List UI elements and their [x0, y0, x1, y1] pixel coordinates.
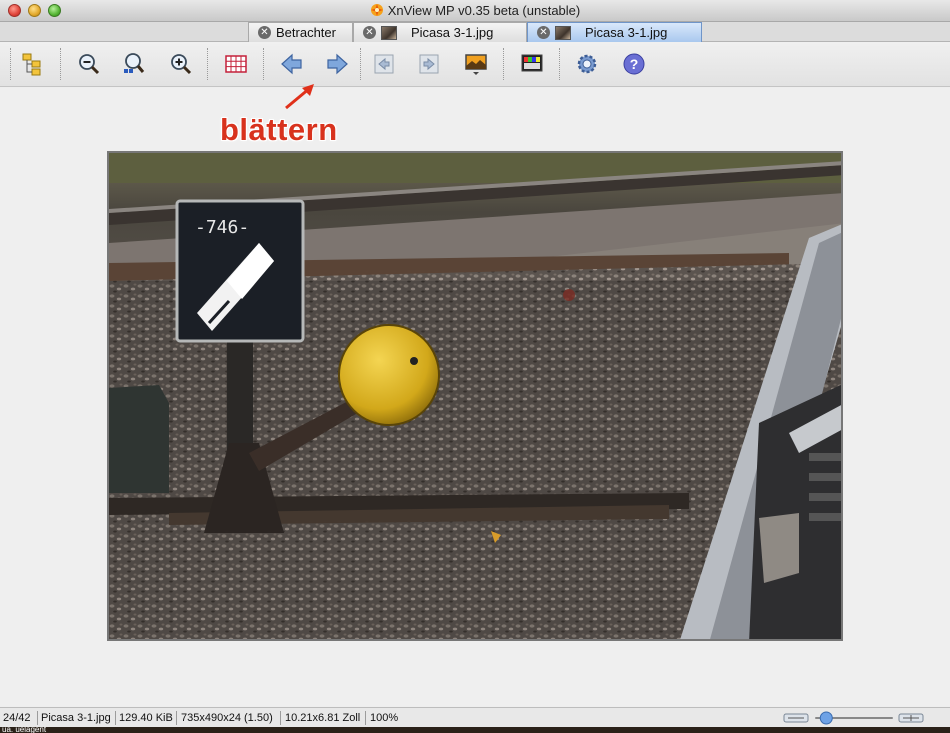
- image-thumbnail-icon: [555, 25, 571, 40]
- status-divider: [280, 711, 281, 725]
- slideshow-icon: [465, 54, 487, 75]
- tab-picasa-2[interactable]: ✕ Picasa 3-1.jpg: [527, 22, 702, 42]
- railway-photo: -746-: [109, 153, 841, 639]
- image-thumbnail-icon: [381, 25, 397, 40]
- help-button[interactable]: ?: [620, 50, 648, 78]
- close-icon[interactable]: ✕: [258, 26, 271, 39]
- grid-icon: [225, 55, 247, 73]
- toolbar-separator: [559, 48, 560, 80]
- previous-button[interactable]: [278, 50, 306, 78]
- grid-button[interactable]: [222, 50, 250, 78]
- desktop-strip: ua. uelagent: [0, 727, 950, 733]
- displayed-photo[interactable]: -746-: [107, 151, 843, 641]
- toolbar-separator: [503, 48, 504, 80]
- first-page-icon: [374, 54, 394, 74]
- zoom-out-icon: [79, 54, 100, 75]
- tab-label: Betrachter: [276, 25, 336, 40]
- zoom-in-small-icon[interactable]: [898, 713, 924, 723]
- title-bar[interactable]: XnView MP v0.35 beta (unstable): [0, 0, 950, 22]
- status-divider: [115, 711, 116, 725]
- status-filesize: 129.40 KiB: [119, 712, 173, 724]
- tab-bar: ✕ Betrachter ✕ Picasa 3-1.jpg ✕ Picasa 3…: [0, 22, 950, 42]
- close-icon[interactable]: ✕: [363, 26, 376, 39]
- status-divider: [37, 711, 38, 725]
- slideshow-button[interactable]: [462, 50, 490, 78]
- tab-picasa-1[interactable]: ✕ Picasa 3-1.jpg: [353, 22, 527, 42]
- zoom-out-small-icon[interactable]: [783, 713, 809, 723]
- zoom-slider-knob[interactable]: [819, 711, 833, 725]
- status-position: 24/42: [3, 712, 31, 724]
- toolbar-separator: [207, 48, 208, 80]
- status-print-size: 10.21x6.81 Zoll: [285, 712, 361, 724]
- sign-number: -746-: [195, 217, 249, 238]
- status-dimensions: 735x490x24 (1.50): [181, 712, 273, 724]
- tab-label: Picasa 3-1.jpg: [585, 25, 668, 40]
- toolbar-separator: [263, 48, 264, 80]
- toolbar: ?: [0, 42, 950, 87]
- zoom-in-icon: [171, 54, 192, 75]
- tab-label: Picasa 3-1.jpg: [411, 25, 494, 40]
- last-button[interactable]: [415, 50, 443, 78]
- status-bar: 24/42 Picasa 3-1.jpg 129.40 KiB 735x490x…: [0, 707, 950, 727]
- zoom-out-button[interactable]: [75, 50, 103, 78]
- svg-text:?: ?: [630, 56, 639, 72]
- xnview-logo-icon: [370, 4, 383, 16]
- toolbar-grip[interactable]: [10, 48, 11, 80]
- window-title-wrap: XnView MP v0.35 beta (unstable): [0, 3, 950, 18]
- annotation-arrow-icon: [285, 84, 314, 110]
- settings-button[interactable]: [573, 50, 601, 78]
- xnview-window: XnView MP v0.35 beta (unstable) ✕ Betrac…: [0, 0, 950, 733]
- zoom-fit-icon: [124, 53, 145, 73]
- toolbar-separator: [60, 48, 61, 80]
- color-adjust-button[interactable]: [518, 50, 546, 78]
- annotation-label: blättern: [220, 112, 338, 147]
- zoom-in-button[interactable]: [167, 50, 195, 78]
- close-icon[interactable]: ✕: [537, 26, 550, 39]
- zoom-fit-button[interactable]: [120, 50, 148, 78]
- folder-tree-icon: [22, 53, 41, 76]
- help-icon: ?: [623, 53, 645, 75]
- toolbar-separator: [360, 48, 361, 80]
- zoom-slider[interactable]: [783, 711, 925, 725]
- status-filename: Picasa 3-1.jpg: [41, 712, 111, 724]
- window-title: XnView MP v0.35 beta (unstable): [387, 3, 581, 18]
- last-page-icon: [419, 54, 439, 74]
- color-palette-icon: [521, 54, 543, 72]
- status-zoom: 100%: [370, 712, 399, 724]
- browser-tree-button[interactable]: [18, 50, 46, 78]
- arrow-right-icon: [327, 53, 348, 75]
- next-button[interactable]: [323, 50, 351, 78]
- first-button[interactable]: [370, 50, 398, 78]
- gear-icon: [577, 54, 597, 74]
- status-divider: [365, 711, 366, 725]
- tab-viewer[interactable]: ✕ Betrachter: [248, 22, 353, 42]
- status-divider: [176, 711, 177, 725]
- arrow-left-icon: [281, 53, 302, 75]
